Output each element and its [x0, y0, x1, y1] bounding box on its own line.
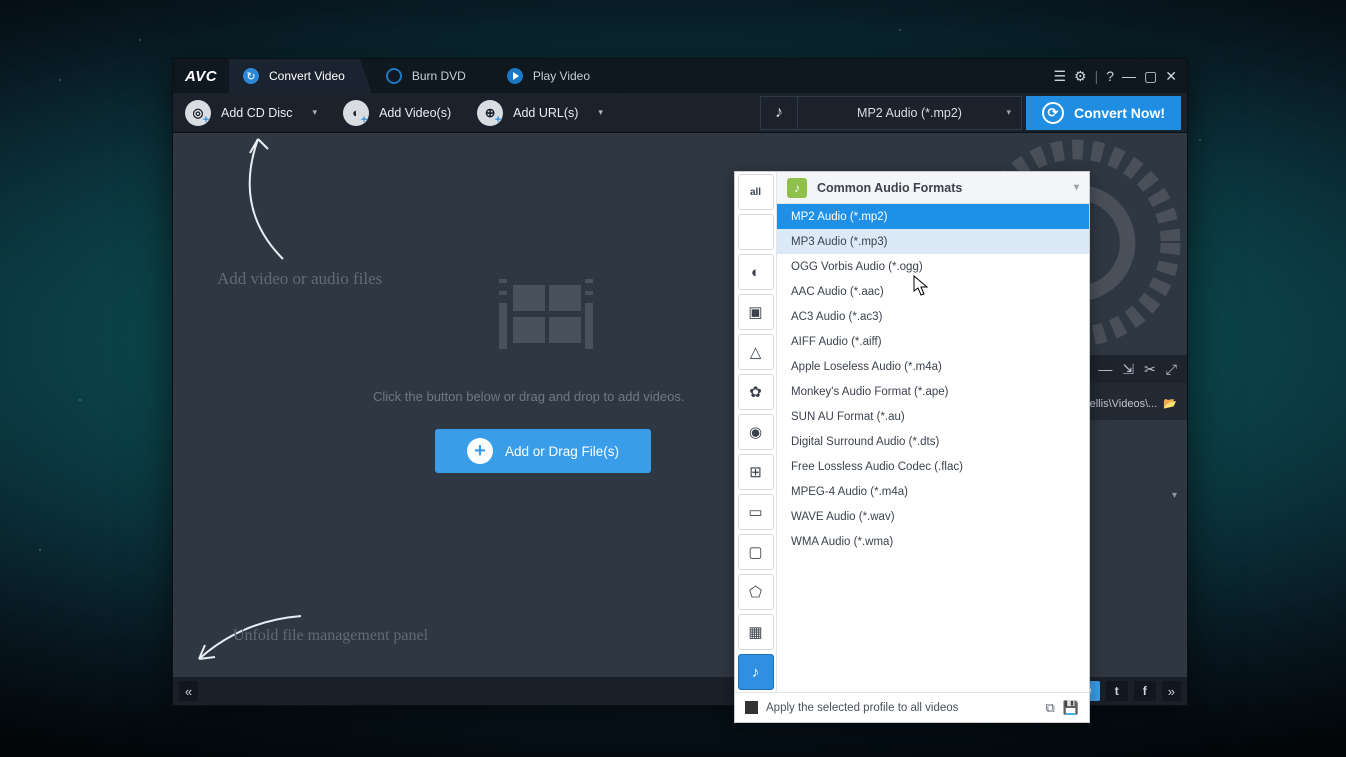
music-icon[interactable]: ♪: [760, 96, 798, 130]
format-item[interactable]: MP2 Audio (*.mp2): [777, 204, 1089, 229]
main-area: Add video or audio files Click the butto…: [173, 133, 1187, 677]
format-item[interactable]: Apple Loseless Audio (*.m4a): [777, 354, 1089, 379]
tool-divider-icon[interactable]: —: [1098, 361, 1112, 377]
category-html5[interactable]: ⬠: [738, 574, 774, 610]
minimize-button[interactable]: —: [1122, 68, 1136, 84]
selected-format-label: MP2 Audio (*.mp2): [857, 106, 962, 120]
video-add-icon: ◐+: [343, 100, 369, 126]
tab-label: Burn DVD: [412, 69, 466, 83]
format-item[interactable]: AAC Audio (*.aac): [777, 279, 1089, 304]
tab-label: Convert Video: [269, 69, 345, 83]
hint-unfold-panel: Unfold file management panel: [233, 627, 428, 645]
disc-add-icon: ◎+: [185, 100, 211, 126]
add-cd-disc-button[interactable]: ◎+ Add CD Disc: [179, 96, 333, 130]
audio-group-icon: ♪: [787, 178, 807, 198]
drop-zone[interactable]: Add video or audio files Click the butto…: [173, 133, 1187, 677]
play-icon: [507, 68, 523, 84]
panel-expand-button[interactable]: »: [1162, 681, 1181, 701]
facebook-icon[interactable]: f: [1134, 681, 1156, 701]
toolbar: ◎+ Add CD Disc ◐+ Add Video(s) ⊕+ Add UR…: [173, 93, 1187, 133]
refresh-icon: [243, 68, 259, 84]
url-add-icon: ⊕+: [477, 100, 503, 126]
list-icon[interactable]: ☰: [1053, 68, 1066, 85]
category-samsung-android[interactable]: ◐: [738, 254, 774, 290]
folder-icon[interactable]: 📂: [1163, 397, 1177, 410]
tool-cut-icon[interactable]: ✂: [1144, 361, 1156, 378]
format-item[interactable]: WAVE Audio (*.wav): [777, 504, 1089, 529]
maximize-button[interactable]: ▢: [1144, 68, 1157, 85]
format-group-title: Common Audio Formats: [817, 181, 962, 195]
output-format-selector: ♪ MP2 Audio (*.mp2): [760, 96, 1022, 130]
category-apple[interactable]: [738, 214, 774, 250]
format-category-column: all ◐ ▣ △ ✿ ◉ ⊞ ▭ ▢ ⬠ ▦ ♪: [735, 172, 777, 692]
convert-now-button[interactable]: ⟳ Convert Now!: [1026, 96, 1181, 130]
add-or-drag-files-button[interactable]: + Add or Drag File(s): [435, 429, 651, 473]
button-label: Add URL(s): [513, 106, 578, 120]
close-button[interactable]: ✕: [1165, 68, 1177, 85]
help-icon[interactable]: ?: [1106, 68, 1114, 84]
button-label: Convert Now!: [1074, 105, 1165, 121]
format-item[interactable]: Monkey's Audio Format (*.ape): [777, 379, 1089, 404]
output-path-text: ellis\Videos\...: [1090, 398, 1158, 410]
format-item[interactable]: AIFF Audio (*.aiff): [777, 329, 1089, 354]
film-icon: [499, 279, 593, 349]
category-android[interactable]: ▣: [738, 294, 774, 330]
arrow-up-annotation: [213, 129, 303, 269]
format-item[interactable]: MP3 Audio (*.mp3): [777, 229, 1089, 254]
button-label: Add CD Disc: [221, 106, 293, 120]
drag-instruction-text: Click the button below or drag and drop …: [373, 389, 684, 404]
plus-icon: +: [467, 438, 493, 464]
gear-icon[interactable]: ⚙: [1074, 68, 1087, 85]
category-phone[interactable]: ▭: [738, 494, 774, 530]
app-logo: AVC: [173, 59, 229, 93]
category-huawei[interactable]: ✿: [738, 374, 774, 410]
output-format-dropdown[interactable]: MP2 Audio (*.mp2): [798, 96, 1022, 130]
format-item[interactable]: MPEG-4 Audio (*.m4a): [777, 479, 1089, 504]
category-all[interactable]: all: [738, 174, 774, 210]
category-lg[interactable]: ◉: [738, 414, 774, 450]
add-urls-button[interactable]: ⊕+ Add URL(s): [471, 96, 619, 130]
button-label: Add Video(s): [379, 106, 451, 120]
save-profile-icon[interactable]: 💾: [1063, 700, 1079, 716]
disc-icon: [386, 68, 402, 84]
add-videos-button[interactable]: ◐+ Add Video(s): [337, 96, 467, 130]
category-video[interactable]: ▦: [738, 614, 774, 650]
panel-collapse-button[interactable]: «: [179, 681, 198, 701]
tab-play-video[interactable]: Play Video: [493, 59, 617, 93]
tool-link-icon[interactable]: ⇲: [1122, 361, 1134, 378]
category-audio[interactable]: ♪: [738, 654, 774, 690]
category-playstation[interactable]: △: [738, 334, 774, 370]
format-item[interactable]: AC3 Audio (*.ac3): [777, 304, 1089, 329]
title-bar: AVC Convert Video Burn DVD Play Video ☰ …: [173, 59, 1187, 93]
format-group-header[interactable]: ♪ Common Audio Formats ▾: [777, 172, 1089, 204]
format-item[interactable]: Digital Surround Audio (*.dts): [777, 429, 1089, 454]
hint-add-files: Add video or audio files: [217, 269, 382, 289]
apply-all-checkbox[interactable]: [745, 701, 758, 714]
apply-all-label: Apply the selected profile to all videos: [766, 702, 958, 714]
category-tv[interactable]: ▢: [738, 534, 774, 570]
tab-burn-dvd[interactable]: Burn DVD: [372, 59, 493, 93]
format-list: MP2 Audio (*.mp2)MP3 Audio (*.mp3)OGG Vo…: [777, 204, 1089, 692]
format-popup-footer: Apply the selected profile to all videos…: [735, 692, 1089, 722]
category-windows[interactable]: ⊞: [738, 454, 774, 490]
tab-label: Play Video: [533, 69, 590, 83]
button-label: Add or Drag File(s): [505, 444, 619, 459]
app-window: AVC Convert Video Burn DVD Play Video ☰ …: [172, 58, 1188, 706]
window-controls: ☰ ⚙ | ? — ▢ ✕: [1053, 59, 1187, 93]
format-item[interactable]: WMA Audio (*.wma): [777, 529, 1089, 554]
format-item[interactable]: Free Lossless Audio Codec (.flac): [777, 454, 1089, 479]
format-item[interactable]: OGG Vorbis Audio (*.ogg): [777, 254, 1089, 279]
chevron-down-icon: ▾: [1074, 182, 1079, 193]
add-profile-icon[interactable]: ⧉: [1046, 700, 1055, 716]
tab-convert-video[interactable]: Convert Video: [229, 59, 372, 93]
twitter-icon[interactable]: t: [1106, 681, 1128, 701]
tool-expand-icon[interactable]: ⤢: [1166, 361, 1177, 378]
convert-icon: ⟳: [1042, 102, 1064, 124]
format-popup: all◐▣△✿◉⊞▭▢⬠▦♪ ♪ Common Audio Formats ▾ …: [734, 171, 1090, 723]
format-item[interactable]: SUN AU Format (*.au): [777, 404, 1089, 429]
